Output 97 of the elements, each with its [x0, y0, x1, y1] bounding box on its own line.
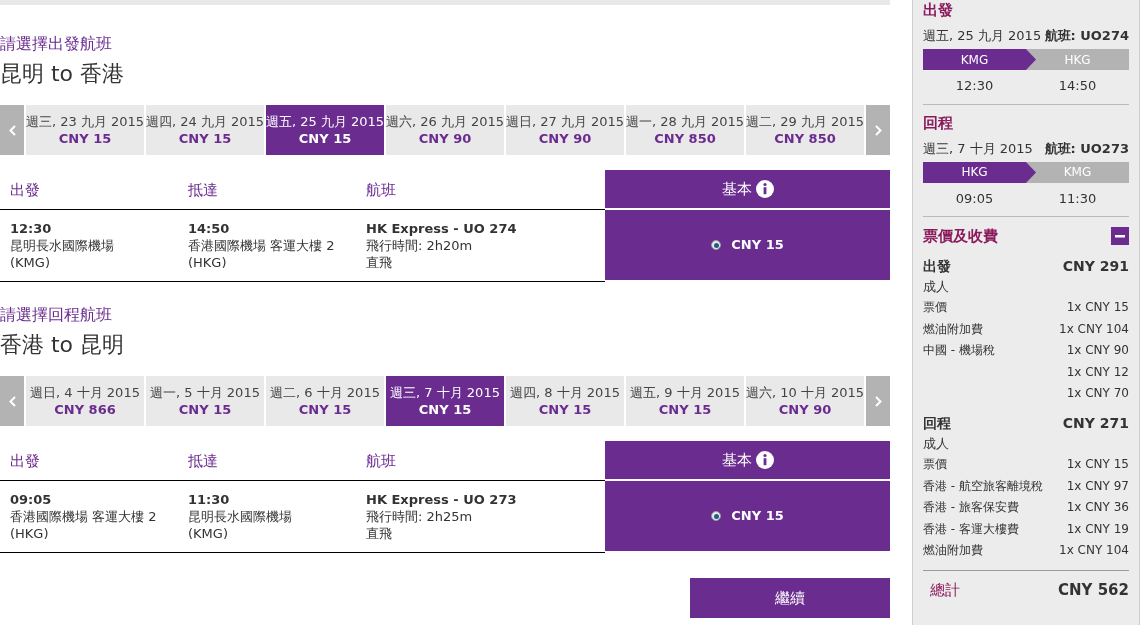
chevron-left-icon	[8, 395, 16, 407]
airport-name: 昆明長水國際機場	[188, 508, 292, 525]
departure-time: 09:05	[955, 189, 994, 208]
fee-label: 香港 - 客運大樓費	[923, 520, 1019, 538]
fee-amount: 1x CNY 12	[1066, 363, 1129, 381]
flight-duration: 飛行時間: 2h25m	[366, 508, 473, 525]
flight-number: 航班: UO274	[1044, 27, 1129, 44]
leg-date: 週五, 25 九月 2015	[923, 27, 1042, 44]
departure-time: 12:30	[10, 220, 52, 237]
fees-title: 票價及收費	[923, 226, 998, 247]
date-tab[interactable]: 週四, 8 十月 2015 CNY 15	[506, 376, 624, 426]
continue-button[interactable]: 繼續	[690, 578, 890, 618]
airport-code: (KMG)	[188, 525, 228, 542]
fee-group-title: 回程	[923, 413, 951, 433]
flight-stops: 直飛	[366, 254, 392, 271]
date-tab[interactable]: 週一, 5 十月 2015 CNY 15	[146, 376, 264, 426]
fee-amount: 1x CNY 19	[1066, 520, 1129, 538]
date-tab[interactable]: 週二, 29 九月 2015 CNY 850	[746, 105, 864, 155]
date-tab[interactable]: 週五, 25 九月 2015 CNY 15	[266, 105, 384, 155]
column-header: 航班	[366, 451, 396, 470]
fee-amount: 1x CNY 15	[1066, 456, 1129, 473]
flight-duration: 飛行時間: 2h20m	[366, 237, 473, 254]
flight-number: HK Express - UO 273	[366, 491, 517, 508]
leg-date: 週三, 7 十月 2015	[923, 139, 1033, 157]
fare-class-label: 基本	[721, 178, 752, 200]
arrival-time: 14:50	[1058, 77, 1097, 95]
fare-option[interactable]: CNY 15	[605, 210, 890, 280]
info-icon[interactable]	[755, 451, 774, 469]
flight-number: HK Express - UO 274	[366, 220, 517, 237]
date-tab[interactable]: 週二, 6 十月 2015 CNY 15	[266, 376, 384, 426]
departure-time: 09:05	[10, 491, 52, 508]
column-header: 出發	[10, 451, 40, 470]
airport-code: (KMG)	[10, 254, 50, 271]
fee-amount: 1x CNY 97	[1066, 477, 1129, 495]
date-tab[interactable]: 週五, 9 十月 2015 CNY 15	[626, 376, 744, 426]
arrival-time: 11:30	[1058, 189, 1097, 208]
fee-label: 中國 - 機場稅	[923, 342, 995, 359]
fee-amount: 1x CNY 104	[1059, 542, 1129, 559]
date-tab[interactable]: 週一, 28 九月 2015 CNY 850	[626, 105, 744, 155]
fee-amount: 1x CNY 90	[1066, 342, 1129, 359]
destination-code: HKG	[1064, 51, 1091, 69]
origin-code: HKG	[961, 164, 988, 181]
fee-amount: 1x CNY 36	[1066, 499, 1129, 516]
fee-amount: 1x CNY 70	[1066, 385, 1129, 402]
airport-code: (HKG)	[188, 254, 227, 271]
leg-title: 回程	[923, 112, 953, 133]
passenger-type: 成人	[923, 434, 949, 453]
leg-title: 出發	[923, 0, 953, 20]
total-label: 總計	[929, 579, 960, 601]
date-tab[interactable]: 週日, 4 十月 2015 CNY 866	[26, 376, 144, 426]
airport-name: 香港國際機場 客運大樓 2	[10, 508, 157, 525]
radio-button[interactable]	[711, 240, 722, 250]
date-tab[interactable]: 週六, 10 十月 2015 CNY 90	[746, 376, 864, 426]
collapse-button[interactable]	[1111, 227, 1129, 246]
date-tab[interactable]: 週四, 24 九月 2015 CNY 15	[146, 105, 264, 155]
column-header: 航班	[366, 180, 396, 199]
fee-label: 燃油附加費	[923, 542, 983, 559]
airport-name: 香港國際機場 客運大樓 2	[188, 237, 335, 254]
date-tab[interactable]: 週三, 23 九月 2015 CNY 15	[26, 105, 144, 155]
fee-label: 燃油附加費	[923, 320, 983, 338]
column-header: 出發	[10, 180, 40, 199]
origin-code: KMG	[960, 51, 989, 69]
chevron-left-icon	[8, 124, 16, 136]
fee-amount: 1x CNY 104	[1059, 320, 1129, 338]
section-prompt: 請選擇出發航班	[0, 35, 112, 53]
fee-label: 香港 - 航空旅客離境稅	[923, 477, 1043, 495]
fare-class-label: 基本	[721, 449, 752, 471]
date-tab[interactable]: 週六, 26 九月 2015 CNY 90	[386, 105, 504, 155]
departure-time: 12:30	[955, 77, 994, 95]
fee-label: 票價	[923, 456, 947, 473]
column-header: 抵達	[188, 180, 218, 199]
fee-label: 票價	[923, 299, 947, 316]
passenger-type: 成人	[923, 277, 949, 296]
chevron-right-icon	[874, 395, 882, 407]
fee-group-total: CNY 291	[1062, 256, 1129, 276]
flight-stops: 直飛	[366, 525, 392, 542]
route-title: 昆明 to 香港	[0, 60, 125, 88]
airport-name: 昆明長水國際機場	[10, 237, 114, 254]
airport-code: (HKG)	[10, 525, 49, 542]
column-header: 抵達	[188, 451, 218, 470]
chevron-right-icon	[874, 124, 882, 136]
date-tab[interactable]: 週三, 7 十月 2015 CNY 15	[386, 376, 504, 426]
flight-number: 航班: UO273	[1044, 139, 1129, 157]
total-amount: CNY 562	[1058, 579, 1129, 601]
date-tab[interactable]: 週日, 27 九月 2015 CNY 90	[506, 105, 624, 155]
info-icon[interactable]	[755, 180, 774, 198]
route-title: 香港 to 昆明	[0, 331, 125, 359]
fee-label: 香港 - 旅客保安費	[923, 499, 1019, 516]
fee-amount: 1x CNY 15	[1066, 299, 1129, 316]
fee-group-total: CNY 271	[1062, 413, 1129, 433]
radio-button[interactable]	[711, 511, 722, 521]
section-prompt: 請選擇回程航班	[0, 306, 112, 324]
arrival-time: 14:50	[188, 220, 230, 237]
destination-code: KMG	[1063, 164, 1092, 181]
fee-group-title: 出發	[923, 256, 951, 276]
fare-option[interactable]: CNY 15	[605, 481, 890, 551]
arrival-time: 11:30	[188, 491, 230, 508]
